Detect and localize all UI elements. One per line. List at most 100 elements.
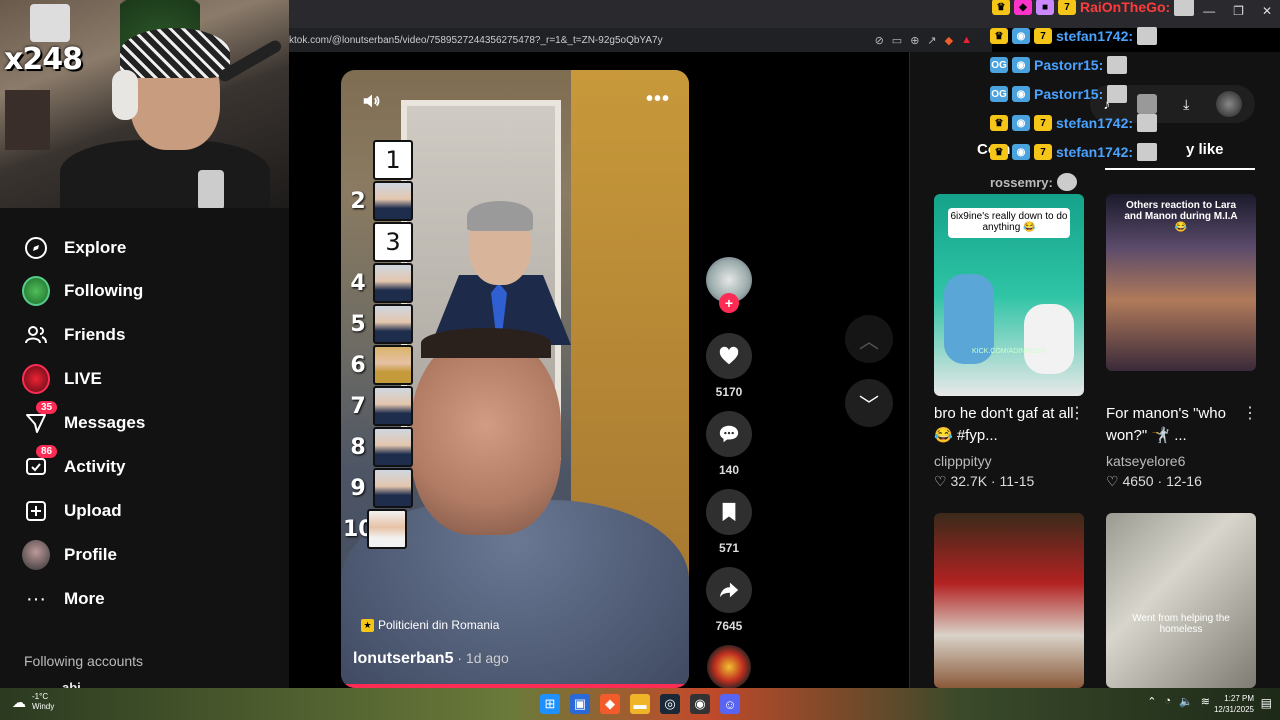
avatar-small[interactable] bbox=[1136, 94, 1157, 114]
thumbnail-caption: Went from helping the homeless bbox=[1132, 613, 1230, 635]
chat-username: Pastorr15: bbox=[1034, 86, 1104, 102]
previous-video-button[interactable]: ︿ bbox=[845, 315, 893, 363]
sidebar-item-following[interactable]: Following bbox=[22, 276, 143, 306]
network-icon[interactable]: ◔ bbox=[1164, 695, 1171, 708]
sidebar-item-profile[interactable]: Profile bbox=[22, 540, 117, 570]
video-username[interactable]: katseyelore6 bbox=[1106, 453, 1185, 469]
cast-icon[interactable]: ▭ bbox=[892, 34, 902, 47]
video-thumbnail[interactable]: Others reaction to Lara and Manon during… bbox=[1106, 194, 1256, 371]
more-options-icon[interactable]: ••• bbox=[646, 88, 670, 111]
more-vertical-icon[interactable]: ⋮ bbox=[1242, 403, 1258, 423]
sub-counter: x248 bbox=[4, 42, 83, 77]
collection-tag[interactable]: ★ Politicieni din Romania bbox=[361, 618, 499, 632]
discord-icon[interactable]: ☺ bbox=[720, 694, 740, 714]
comment-count: 140 bbox=[718, 463, 740, 477]
creator-avatar[interactable]: + bbox=[704, 257, 754, 313]
ranking-number: 9 bbox=[350, 475, 366, 501]
brave-browser-icon[interactable]: ◆ bbox=[600, 694, 620, 714]
bookmark-icon[interactable] bbox=[706, 489, 752, 535]
following-avatar-icon bbox=[22, 276, 50, 306]
chat-username: stefan1742: bbox=[1056, 28, 1134, 44]
next-video-button[interactable]: ﹀ bbox=[845, 379, 893, 427]
ranking-number: 8 bbox=[350, 434, 366, 460]
collection-tag-label: Politicieni din Romania bbox=[378, 618, 500, 632]
sidebar-item-upload[interactable]: Upload bbox=[22, 497, 122, 525]
zoom-icon[interactable]: ⊕ bbox=[910, 34, 919, 47]
sidebar-item-more[interactable]: ··· More bbox=[22, 585, 105, 613]
notification-icon[interactable]: ▤ bbox=[1261, 696, 1272, 710]
download-icon[interactable]: ⤓ bbox=[1183, 96, 1189, 113]
music-disc[interactable] bbox=[704, 645, 754, 689]
chevron-down-icon: ﹀ bbox=[859, 394, 879, 417]
volume-icon[interactable] bbox=[361, 90, 383, 118]
streamer-bandana bbox=[120, 28, 230, 78]
brave-shield-icon[interactable]: ◆ bbox=[945, 34, 953, 47]
emote-icon bbox=[1137, 27, 1158, 45]
no-sound-icon[interactable]: ⊘ bbox=[875, 34, 884, 47]
account-avatar[interactable] bbox=[1215, 91, 1242, 117]
chevron-up-icon[interactable]: ⌃ bbox=[1147, 695, 1156, 708]
sidebar-item-label: Explore bbox=[64, 238, 127, 257]
person-face bbox=[411, 335, 561, 535]
sidebar-item-activity[interactable]: 86 Activity bbox=[22, 445, 125, 481]
sidebar-item-label: Friends bbox=[64, 325, 126, 344]
activity-icon: 86 bbox=[22, 445, 58, 481]
like-count: 5170 bbox=[715, 385, 743, 399]
video-title[interactable]: bro he don't gaf at all 😂 #fyp... bbox=[934, 403, 1074, 447]
obs-icon[interactable]: ◉ bbox=[690, 694, 710, 714]
crown-badge-icon: ♛ bbox=[990, 144, 1008, 160]
creator-avatar-image[interactable]: + bbox=[706, 257, 752, 313]
weather-temp: -1°C bbox=[32, 692, 49, 701]
headphones-icon bbox=[112, 70, 138, 120]
video-likes: 32.7K bbox=[950, 473, 988, 489]
volume-icon[interactable]: 🔈 bbox=[1179, 695, 1193, 708]
video-author[interactable]: lonutserban5 · 1d ago bbox=[353, 650, 509, 668]
comment-icon[interactable] bbox=[706, 411, 752, 457]
comment-action[interactable]: 140 bbox=[704, 411, 754, 477]
weather-widget[interactable]: ☁ -1°C Windy bbox=[12, 692, 54, 712]
video-thumbnail[interactable]: Went from helping the homeless bbox=[1106, 513, 1256, 688]
url-text[interactable]: ktok.com/@lonutserban5/video/75895272443… bbox=[289, 35, 663, 46]
video-title[interactable]: For manon's "who won?" 🤺 ... bbox=[1106, 403, 1246, 447]
ranking-photo bbox=[373, 181, 413, 221]
task-view-icon[interactable]: ▣ bbox=[570, 694, 590, 714]
author-name[interactable]: lonutserban5 bbox=[353, 650, 453, 667]
sidebar-item-friends[interactable]: Friends bbox=[22, 321, 125, 349]
more-vertical-icon[interactable]: ⋮ bbox=[1069, 403, 1085, 423]
rewards-icon[interactable]: ▲ bbox=[961, 34, 972, 46]
compass-icon bbox=[22, 234, 50, 262]
like-action[interactable]: 5170 bbox=[704, 333, 754, 399]
heart-icon[interactable] bbox=[706, 333, 752, 379]
steam-icon[interactable]: ◎ bbox=[660, 694, 680, 714]
tab-you-may-like[interactable]: y like bbox=[1186, 141, 1224, 158]
clock[interactable]: 1:27 PM 12/31/2025 bbox=[1214, 693, 1254, 715]
sidebar-item-messages[interactable]: 35 Messages bbox=[22, 401, 145, 437]
system-tray: ⌃ ◔ 🔈 ≋ bbox=[1147, 695, 1210, 708]
follow-plus-icon[interactable]: + bbox=[719, 293, 739, 313]
windows-start-icon[interactable]: ⊞ bbox=[540, 694, 560, 714]
bot-badge-icon: ◉ bbox=[1012, 144, 1030, 160]
video-thumbnail[interactable]: 6ix9ine's really down to do anything 😂 K… bbox=[934, 194, 1084, 396]
close-icon[interactable]: ✕ bbox=[1262, 4, 1272, 18]
ranking-number: 7 bbox=[350, 393, 366, 419]
wifi-icon[interactable]: ≋ bbox=[1201, 695, 1210, 708]
sound-disc-icon[interactable] bbox=[707, 645, 751, 689]
share-arrow-icon[interactable] bbox=[706, 567, 752, 613]
restore-icon[interactable]: ❐ bbox=[1233, 4, 1244, 18]
shelf bbox=[5, 90, 50, 150]
video-thumbnail[interactable] bbox=[934, 513, 1084, 688]
save-action[interactable]: 571 bbox=[704, 489, 754, 555]
share-action[interactable]: 7645 bbox=[704, 567, 754, 633]
address-bar-icons: ⊘ ▭ ⊕ ↗ ◆ ▲ bbox=[875, 28, 992, 52]
sidebar-item-label: Profile bbox=[64, 545, 117, 564]
address-bar[interactable]: ktok.com/@lonutserban5/video/75895272443… bbox=[289, 28, 992, 52]
ranking-row: 1 bbox=[349, 140, 413, 180]
sidebar-item-live[interactable]: LIVE bbox=[22, 364, 102, 394]
video-username[interactable]: clipppityy bbox=[934, 453, 992, 469]
share-icon[interactable]: ↗ bbox=[927, 34, 936, 47]
sidebar-item-explore[interactable]: Explore bbox=[22, 234, 126, 262]
file-explorer-icon[interactable]: ▬ bbox=[630, 694, 650, 714]
minimize-icon[interactable]: — bbox=[1203, 4, 1215, 18]
video-player[interactable]: 1 2 3 4 5 6 7 8 9 10 ••• ★ Politicieni din Romani… bbox=[341, 70, 689, 688]
tier-badge-icon: 7 bbox=[1034, 144, 1052, 160]
